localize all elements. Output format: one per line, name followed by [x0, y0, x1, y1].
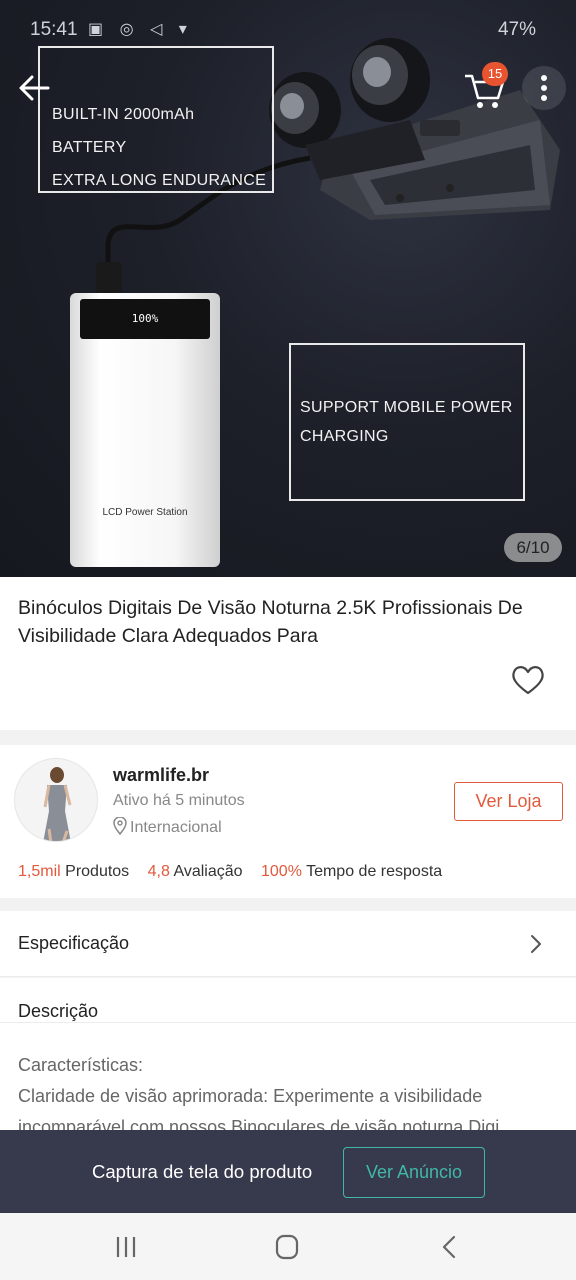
product-capture-bar: Captura de tela do produto Ver Anúncio — [0, 1130, 576, 1213]
cart-count-badge: 15 — [482, 62, 508, 86]
power-bank-image: 100% LCD Power Station — [70, 293, 220, 567]
image-counter: 6/10 — [504, 533, 562, 562]
response-label: Tempo de resposta — [306, 863, 443, 880]
visit-store-button[interactable]: Ver Loja — [454, 782, 563, 821]
location-pin-icon — [113, 816, 127, 836]
products-label: Produtos — [65, 863, 130, 880]
charging-feature-line2: CHARGING — [300, 428, 389, 445]
rating-label: Avaliação — [173, 863, 243, 880]
specification-row[interactable]: Especificação — [0, 911, 576, 977]
system-navigation-bar — [0, 1213, 576, 1280]
view-listing-button[interactable]: Ver Anúncio — [343, 1147, 485, 1198]
store-avatar[interactable] — [14, 758, 98, 842]
more-vertical-icon — [541, 75, 547, 101]
description-heading: Descrição — [18, 1001, 99, 1021]
power-bank-label: LCD Power Station — [102, 507, 188, 518]
battery-feature-line2: EXTRA LONG ENDURANCE — [52, 172, 267, 189]
status-time: 15:41 — [30, 19, 78, 40]
description-section: Descrição Características: Claridade de … — [0, 978, 576, 1138]
store-location-text: Internacional — [130, 819, 222, 836]
notification-icons: ▣ ◎ ◁ ▾ — [88, 21, 193, 38]
specification-label: Especificação — [18, 933, 130, 953]
charging-feature-line1: SUPPORT MOBILE POWER — [300, 399, 513, 416]
description-line: Claridade de visão aprimorada: Experimen… — [18, 1086, 483, 1106]
battery-feature-line1: BUILT-IN 2000mAh BATTERY — [52, 106, 195, 156]
products-count: 1,5mil — [18, 863, 61, 880]
store-card: warmlife.br Ativo há 5 minutos Internaci… — [0, 745, 576, 898]
rating-value: 4,8 — [147, 863, 170, 880]
more-options-button[interactable] — [522, 66, 566, 110]
store-name[interactable]: warmlife.br — [113, 765, 209, 786]
recent-apps-icon[interactable] — [111, 1233, 141, 1261]
chevron-right-icon — [531, 935, 541, 953]
product-image-carousel[interactable]: 15:41 ▣ ◎ ◁ ▾ 47% BUILT-IN 2000mAh BATTE… — [0, 0, 576, 577]
description-line: Características: — [18, 1055, 144, 1075]
back-nav-icon[interactable] — [434, 1233, 464, 1261]
favorite-button[interactable] — [508, 662, 548, 698]
product-title: Binóculos Digitais De Visão Noturna 2.5K… — [18, 597, 523, 647]
capture-bar-text: Captura de tela do produto — [92, 1161, 313, 1182]
charging-feature-box: SUPPORT MOBILE POWER CHARGING — [289, 343, 525, 501]
description-divider — [0, 1022, 576, 1023]
back-button[interactable] — [12, 66, 56, 110]
heart-icon — [512, 666, 544, 695]
response-rate: 100% — [261, 863, 302, 880]
store-stats: 1,5mil Produtos 4,8 Avaliação 100% Tempo… — [18, 863, 442, 881]
power-bank-screen: 100% — [80, 299, 210, 339]
product-title-card: Binóculos Digitais De Visão Noturna 2.5K… — [0, 577, 576, 730]
store-location: Internacional — [113, 816, 222, 837]
arrow-left-icon — [19, 75, 50, 101]
store-active-status: Ativo há 5 minutos — [113, 792, 245, 809]
battery-feature-box: BUILT-IN 2000mAh BATTERY EXTRA LONG ENDU… — [38, 46, 274, 193]
avatar-image — [43, 767, 72, 841]
home-icon[interactable] — [272, 1233, 302, 1261]
